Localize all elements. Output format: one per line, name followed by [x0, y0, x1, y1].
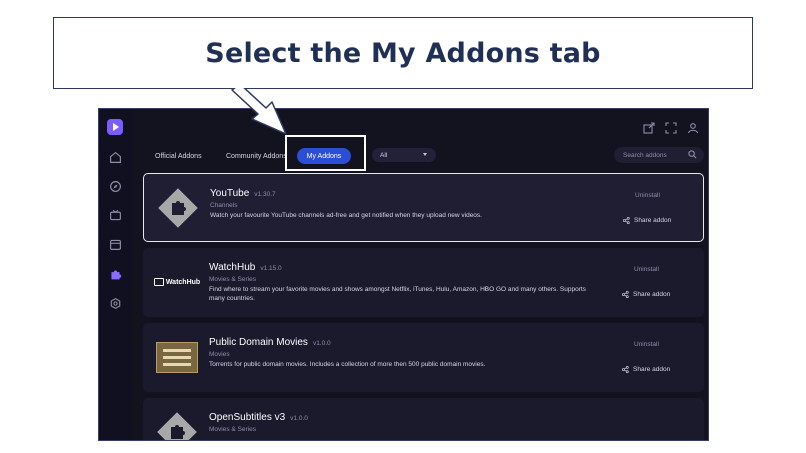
user-icon[interactable] — [687, 121, 699, 134]
tab-official-addons[interactable]: Official Addons — [155, 148, 202, 164]
chevron-down-icon — [423, 153, 427, 156]
type-filter-select[interactable]: All — [372, 148, 436, 162]
addon-description: Torrents for public domain movies. Inclu… — [209, 361, 486, 368]
search-placeholder: Search addons — [623, 151, 667, 159]
addon-version: v1.0.0 — [312, 340, 331, 347]
watchhub-logo: WatchHub — [153, 260, 200, 304]
addon-type: Channels — [210, 202, 238, 209]
addon-type: Movies & Series — [209, 426, 256, 433]
tv-icon[interactable] — [107, 207, 123, 223]
addon-card-opensubtitles[interactable]: OpenSubtitles v3 v1.0.0 Movies & Series — [143, 398, 704, 440]
addon-version: v1.30.7 — [254, 191, 276, 198]
tab-community-addons[interactable]: Community Addons — [226, 148, 287, 164]
addon-description: Watch your favourite YouTube channels ad… — [210, 212, 482, 219]
uninstall-button[interactable]: Uninstall — [634, 341, 659, 348]
home-icon[interactable] — [107, 149, 123, 165]
app-logo-icon[interactable] — [107, 119, 123, 135]
share-icon — [622, 366, 629, 373]
calendar-icon[interactable] — [107, 236, 123, 252]
instruction-callout: Select the My Addons tab — [53, 17, 753, 89]
filter-value: All — [380, 151, 388, 159]
screenshot-page: Select the My Addons tab Official Addons… — [0, 0, 806, 453]
uninstall-button[interactable]: Uninstall — [635, 192, 660, 199]
sidebar — [99, 109, 133, 440]
compass-icon[interactable] — [107, 178, 123, 194]
share-addon-button[interactable]: Share addon — [622, 366, 670, 373]
puzzle-icon — [156, 186, 200, 230]
external-link-icon[interactable] — [643, 121, 655, 134]
tv-icon — [153, 278, 164, 286]
app-window: Official Addons Community Addons My Addo… — [98, 108, 709, 441]
addon-card-watchhub[interactable]: WatchHub WatchHub v1.15.0 Movies & Series… — [143, 248, 704, 317]
addon-title: YouTube v1.30.7 — [210, 188, 276, 199]
addon-type: Movies — [209, 351, 230, 358]
addon-title: WatchHub v1.15.0 — [209, 262, 282, 273]
callout-text: Select the My Addons tab — [205, 37, 601, 69]
addon-version: v1.0.0 — [290, 415, 308, 422]
search-input[interactable]: Search addons — [614, 147, 704, 163]
share-addon-button[interactable]: Share addon — [622, 291, 670, 298]
uninstall-button[interactable]: Uninstall — [634, 266, 659, 273]
film-poster-icon — [155, 335, 199, 379]
share-icon — [623, 217, 630, 224]
fullscreen-icon[interactable] — [665, 121, 677, 134]
puzzle-icon — [155, 410, 199, 440]
addon-version: v1.15.0 — [260, 265, 282, 272]
addon-title: Public Domain Movies v1.0.0 — [209, 337, 331, 348]
addon-card-public-domain-movies[interactable]: Public Domain Movies v1.0.0 Movies Torren… — [143, 323, 704, 392]
addon-type: Movies & Series — [209, 276, 256, 283]
puzzle-icon[interactable] — [107, 266, 123, 282]
settings-icon[interactable] — [107, 295, 123, 311]
share-addon-button[interactable]: Share addon — [623, 217, 671, 224]
pointer-arrow-icon — [231, 88, 287, 135]
share-icon — [622, 291, 629, 298]
addon-title: OpenSubtitles v3 v1.0.0 — [209, 412, 308, 423]
addon-card-youtube[interactable]: YouTube v1.30.7 Channels Watch your favou… — [143, 173, 704, 242]
addon-description: Find where to stream your favorite movie… — [209, 286, 586, 302]
tab-highlight-box — [285, 135, 366, 171]
search-icon[interactable] — [688, 150, 697, 159]
